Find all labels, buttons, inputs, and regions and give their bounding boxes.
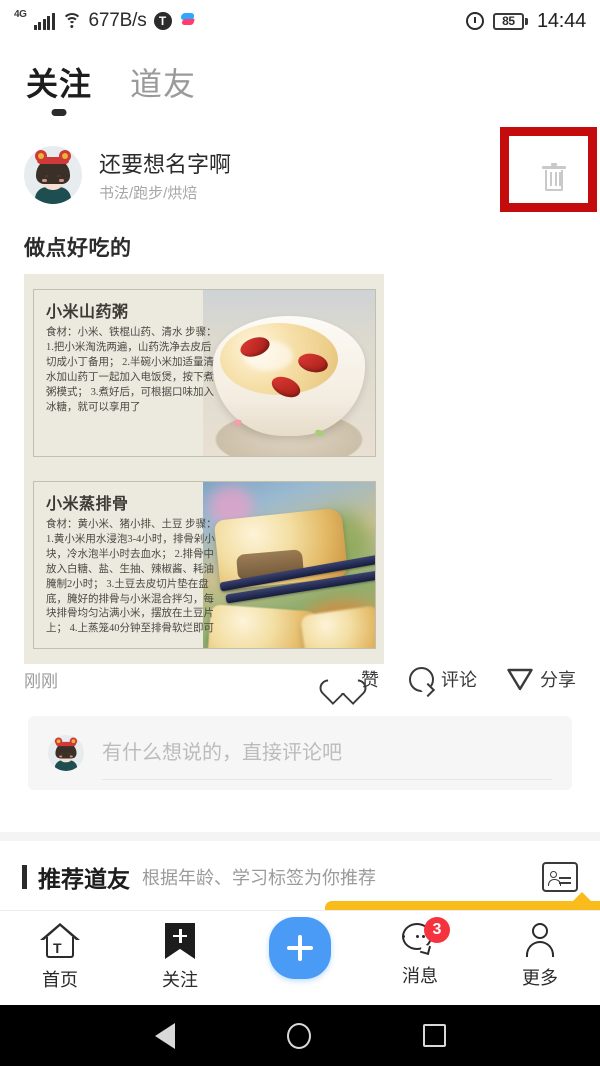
battery-level-label: 85 <box>502 14 515 28</box>
millet-yam-porridge-photo <box>203 290 375 456</box>
status-bar: 4G 677B/s T 85 14:44 <box>0 0 600 42</box>
post-actions: 赞 评论 分享 <box>328 666 576 692</box>
message-badge-count: 3 <box>424 917 450 943</box>
post-title: 做点好吃的 <box>24 237 132 260</box>
nav-follow-label: 关注 <box>162 970 198 990</box>
tab-daoyou-label: 道友 <box>130 66 197 102</box>
steamed-millet-ribs-photo <box>203 482 375 648</box>
nav-messages-label: 消息 <box>402 966 438 986</box>
contact-card-icon[interactable] <box>542 862 578 892</box>
author-info: 还要想名字啊 书法/跑步/烘焙 <box>99 147 231 203</box>
tab-guanzhu-label: 关注 <box>26 66 93 102</box>
author-name[interactable]: 还要想名字啊 <box>99 147 231 179</box>
section-accent-bar <box>22 865 27 889</box>
share-button[interactable]: 分享 <box>507 666 576 692</box>
tab-active-indicator <box>51 109 67 116</box>
tab-daoyou[interactable]: 道友 <box>130 59 196 105</box>
comment-input-placeholder[interactable]: 有什么想说的，直接评论吧 <box>102 736 552 780</box>
comment-input-box[interactable]: 有什么想说的，直接评论吧 <box>28 716 572 790</box>
recommend-section-header: 推荐道友 根据年龄、学习标签为你推荐 <box>0 850 600 904</box>
wifi-icon <box>61 13 82 29</box>
recents-square-icon[interactable] <box>422 1024 446 1047</box>
add-plus-fab-icon[interactable] <box>269 917 331 979</box>
trash-icon[interactable] <box>542 163 566 192</box>
recipe-card-2[interactable]: 小米蒸排骨 食材：黄小米、猪小排、土豆 步骤：1.黄小米用水浸泡3-4小时，排骨… <box>24 474 384 656</box>
recommend-subtitle: 根据年龄、学习标签为你推荐 <box>142 868 376 888</box>
heart-icon <box>328 667 354 691</box>
recipe-title-1: 小米山药粥 <box>46 304 129 321</box>
youku-icon <box>179 12 198 30</box>
avatar[interactable] <box>24 146 82 204</box>
comment-button[interactable]: 评论 <box>409 666 477 692</box>
comment-label: 评论 <box>441 670 477 690</box>
recipe-title-2: 小米蒸排骨 <box>46 496 129 513</box>
post-action-row: 刚刚 赞 评论 分享 <box>0 656 600 702</box>
comment-bubble-icon <box>409 666 434 692</box>
battery-indicator: 85 <box>492 12 528 30</box>
recipe-card-1[interactable]: 小米山药粥 食材：小米、铁棍山药、清水 步骤：1.把小米淘洗两遍，山药洗净去皮后… <box>24 282 384 464</box>
comment-avatar <box>48 735 84 771</box>
nav-home-label: 首页 <box>42 970 78 990</box>
tooltip-arrow-icon <box>572 892 592 902</box>
app-root: 4G 677B/s T 85 14:44 关注 道友 还要想名字啊 书法/跑步/… <box>0 0 600 1066</box>
nav-item-home[interactable]: T 首页 <box>0 923 120 992</box>
delete-button-highlight <box>500 127 597 212</box>
back-triangle-icon[interactable] <box>154 1022 175 1049</box>
section-divider <box>0 832 600 841</box>
signal-bars-icon <box>33 12 55 30</box>
tab-guanzhu[interactable]: 关注 <box>26 59 93 116</box>
home-icon: T <box>40 923 80 959</box>
recipe-body-1: 食材：小米、铁棍山药、清水 步骤：1.把小米淘洗两遍，山药洗净去皮后切成小丁备用… <box>46 327 217 413</box>
android-navigation-bar <box>0 1005 600 1066</box>
nav-item-follow[interactable]: 关注 <box>120 923 240 992</box>
bookmark-plus-icon <box>165 923 195 959</box>
bottom-nav-bar: T 首页 关注 3 消息 更多 <box>0 910 600 1005</box>
recommend-title: 推荐道友 <box>38 866 130 892</box>
nav-item-add[interactable] <box>240 917 360 985</box>
data-speed-label: 677B/s <box>88 10 147 31</box>
telegram-icon: T <box>153 12 172 30</box>
recipe-text-1: 小米山药粥 食材：小米、铁棍山药、清水 步骤：1.把小米淘洗两遍，山药洗净去皮后… <box>46 298 221 415</box>
status-bar-right: 85 14:44 <box>465 9 586 33</box>
user-more-icon <box>524 923 556 957</box>
recipe-text-2: 小米蒸排骨 食材：黄小米、猪小排、土豆 步骤：1.黄小米用水浸泡3-4小时，排骨… <box>46 490 221 637</box>
alarm-clock-icon <box>465 12 484 30</box>
top-tab-bar: 关注 道友 <box>0 46 600 118</box>
like-button[interactable]: 赞 <box>328 666 379 692</box>
post-image-group[interactable]: 小米山药粥 食材：小米、铁棍山药、清水 步骤：1.把小米淘洗两遍，山药洗净去皮后… <box>24 274 384 664</box>
share-label: 分享 <box>540 670 576 690</box>
share-send-icon <box>507 667 533 691</box>
network-type-label: 4G <box>14 8 27 20</box>
nav-item-more[interactable]: 更多 <box>480 923 600 990</box>
clock-label: 14:44 <box>536 9 586 32</box>
nav-more-label: 更多 <box>522 968 558 988</box>
post-time-ago: 刚刚 <box>24 671 58 691</box>
status-bar-left: 4G 677B/s T <box>14 8 198 32</box>
nav-item-messages[interactable]: 3 消息 <box>360 917 480 988</box>
home-circle-icon[interactable] <box>286 1022 311 1049</box>
author-tags: 书法/跑步/烘焙 <box>99 185 198 202</box>
recipe-body-2: 食材：黄小米、猪小排、土豆 步骤：1.黄小米用水浸泡3-4小时，排骨剁小块，冷水… <box>46 519 217 635</box>
